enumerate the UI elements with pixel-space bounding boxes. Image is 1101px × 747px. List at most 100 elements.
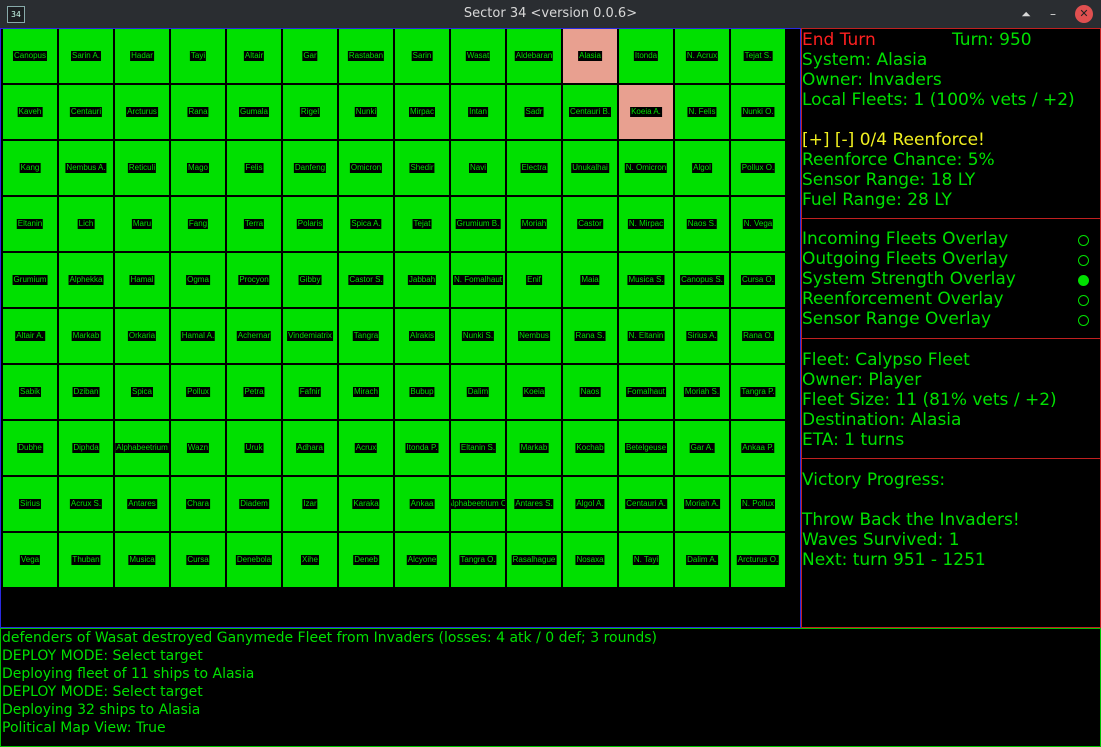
system-cell[interactable]: Nunki (339, 85, 393, 139)
system-cell[interactable]: Wazn (171, 421, 225, 475)
system-cell[interactable]: Naos (563, 365, 617, 419)
system-cell[interactable]: N. Vega (731, 197, 785, 251)
system-cell[interactable]: N. Felis (675, 85, 729, 139)
end-turn-button[interactable]: End Turn (802, 30, 876, 50)
system-cell[interactable]: Gar A. (675, 421, 729, 475)
system-cell[interactable]: Hamal A. (171, 309, 225, 363)
system-cell[interactable]: Sirius (3, 477, 57, 531)
system-cell[interactable]: Canopus S. (675, 253, 729, 307)
system-cell[interactable]: Dubhe (3, 421, 57, 475)
system-cell[interactable]: Fang (171, 197, 225, 251)
system-cell[interactable]: Alrakis (395, 309, 449, 363)
system-cell[interactable]: Reticuli (115, 141, 169, 195)
system-cell[interactable]: Deneb (339, 533, 393, 587)
system-cell[interactable]: Kang (3, 141, 57, 195)
system-cell[interactable]: Omicron (339, 141, 393, 195)
system-cell[interactable]: Acrux S. (59, 477, 113, 531)
system-cell[interactable]: Cursa O. (731, 253, 785, 307)
system-cell[interactable]: Eltanin (3, 197, 57, 251)
system-cell[interactable]: Lich (59, 197, 113, 251)
system-cell[interactable]: Vega (3, 533, 57, 587)
system-cell[interactable]: Centauri (59, 85, 113, 139)
system-cell[interactable]: Gibby (283, 253, 337, 307)
system-cell[interactable]: Betelgeuse (619, 421, 673, 475)
system-cell[interactable]: Tangra P. (731, 365, 785, 419)
system-cell[interactable]: Rasalhague (507, 533, 561, 587)
system-cell[interactable]: Grumium B. (451, 197, 505, 251)
system-cell[interactable]: Vindemiatrix (283, 309, 337, 363)
system-cell[interactable]: Eltanin S. (451, 421, 505, 475)
system-cell[interactable]: Xihe (283, 533, 337, 587)
system-cell[interactable]: Castor S. (339, 253, 393, 307)
system-cell[interactable]: Altair A. (3, 309, 57, 363)
overlay-strength-label[interactable]: System Strength Overlay (802, 269, 1016, 289)
system-cell[interactable]: Ogma (171, 253, 225, 307)
system-cell[interactable]: Navi (451, 141, 505, 195)
system-cell[interactable]: Markab (59, 309, 113, 363)
system-cell[interactable]: N. Acrux (675, 29, 729, 83)
system-cell[interactable]: Thuban (59, 533, 113, 587)
system-cell[interactable]: Unukalhai (563, 141, 617, 195)
system-cell[interactable]: Bubup (395, 365, 449, 419)
system-cell[interactable]: Alasia (563, 29, 617, 83)
system-cell[interactable]: Tangra O. (451, 533, 505, 587)
system-cell[interactable]: Karaka (339, 477, 393, 531)
system-cell[interactable]: Denebola (227, 533, 281, 587)
system-cell[interactable]: Fomalhaut (619, 365, 673, 419)
system-cell[interactable]: Markab (507, 421, 561, 475)
system-cell[interactable]: N. Eltanin (619, 309, 673, 363)
system-cell[interactable]: Danfeng (283, 141, 337, 195)
system-cell[interactable]: Wasat (451, 29, 505, 83)
system-cell[interactable]: Maru (115, 197, 169, 251)
system-cell[interactable]: N. Tayi (619, 533, 673, 587)
system-cell[interactable]: Itonda (619, 29, 673, 83)
system-cell[interactable]: Gar (283, 29, 337, 83)
system-cell[interactable]: Cursa (171, 533, 225, 587)
system-cell[interactable]: Rigel (283, 85, 337, 139)
system-cell[interactable]: Orkaria (115, 309, 169, 363)
overlay-outgoing-label[interactable]: Outgoing Fleets Overlay (802, 249, 1008, 269)
system-cell[interactable]: N. Mirpac (619, 197, 673, 251)
close-button[interactable]: ✕ (1075, 5, 1093, 23)
system-cell[interactable]: Rana S. (563, 309, 617, 363)
system-cell[interactable]: N. Omicron (619, 141, 673, 195)
system-cell[interactable]: Dalim A. (675, 533, 729, 587)
system-cell[interactable]: Spica A. (339, 197, 393, 251)
system-cell[interactable]: Alphabeetrium (115, 421, 169, 475)
system-cell[interactable]: Mirpac (395, 85, 449, 139)
reenforce-controls[interactable]: [+] [-] 0/4 Reenforce! (802, 130, 985, 150)
system-cell[interactable]: Arcturus O. (731, 533, 785, 587)
system-cell[interactable]: N. Pollux (731, 477, 785, 531)
system-cell[interactable]: Naos S. (675, 197, 729, 251)
system-cell[interactable]: Sabik (3, 365, 57, 419)
minimize-button[interactable]: – (1044, 5, 1062, 23)
system-cell[interactable]: Intan (451, 85, 505, 139)
system-cell[interactable]: Itonda P. (395, 421, 449, 475)
system-cell[interactable]: Sadr (507, 85, 561, 139)
system-cell[interactable]: Arcturus (115, 85, 169, 139)
system-cell[interactable]: Diadem (227, 477, 281, 531)
system-cell[interactable]: Pollux O. (731, 141, 785, 195)
system-cell[interactable]: Kochab (563, 421, 617, 475)
system-cell[interactable]: Grumium (3, 253, 57, 307)
overlay-incoming-radio[interactable] (1078, 235, 1089, 246)
system-cell[interactable]: Centauri B. (563, 85, 617, 139)
system-cell[interactable]: Alphabeetrium C. (451, 477, 505, 531)
system-cell[interactable]: N. Fomalhaut (451, 253, 505, 307)
overlay-outgoing-radio[interactable] (1078, 255, 1089, 266)
system-cell[interactable]: Sarin (395, 29, 449, 83)
system-cell[interactable]: Nembus (507, 309, 561, 363)
system-cell[interactable]: Musica (115, 533, 169, 587)
system-cell[interactable]: Altair (227, 29, 281, 83)
overlay-incoming-label[interactable]: Incoming Fleets Overlay (802, 229, 1008, 249)
system-cell[interactable]: Tangra (339, 309, 393, 363)
system-cell[interactable]: Maia (563, 253, 617, 307)
system-cell[interactable]: Centauri A. (619, 477, 673, 531)
overlay-reenforcement-radio[interactable] (1078, 295, 1089, 306)
system-cell[interactable]: Izar (283, 477, 337, 531)
system-cell[interactable]: Shedir (395, 141, 449, 195)
overlay-sensor-label[interactable]: Sensor Range Overlay (802, 309, 991, 329)
system-cell[interactable]: Nembus A. (59, 141, 113, 195)
system-cell[interactable]: Tejat (395, 197, 449, 251)
system-cell[interactable]: Ankaa (395, 477, 449, 531)
